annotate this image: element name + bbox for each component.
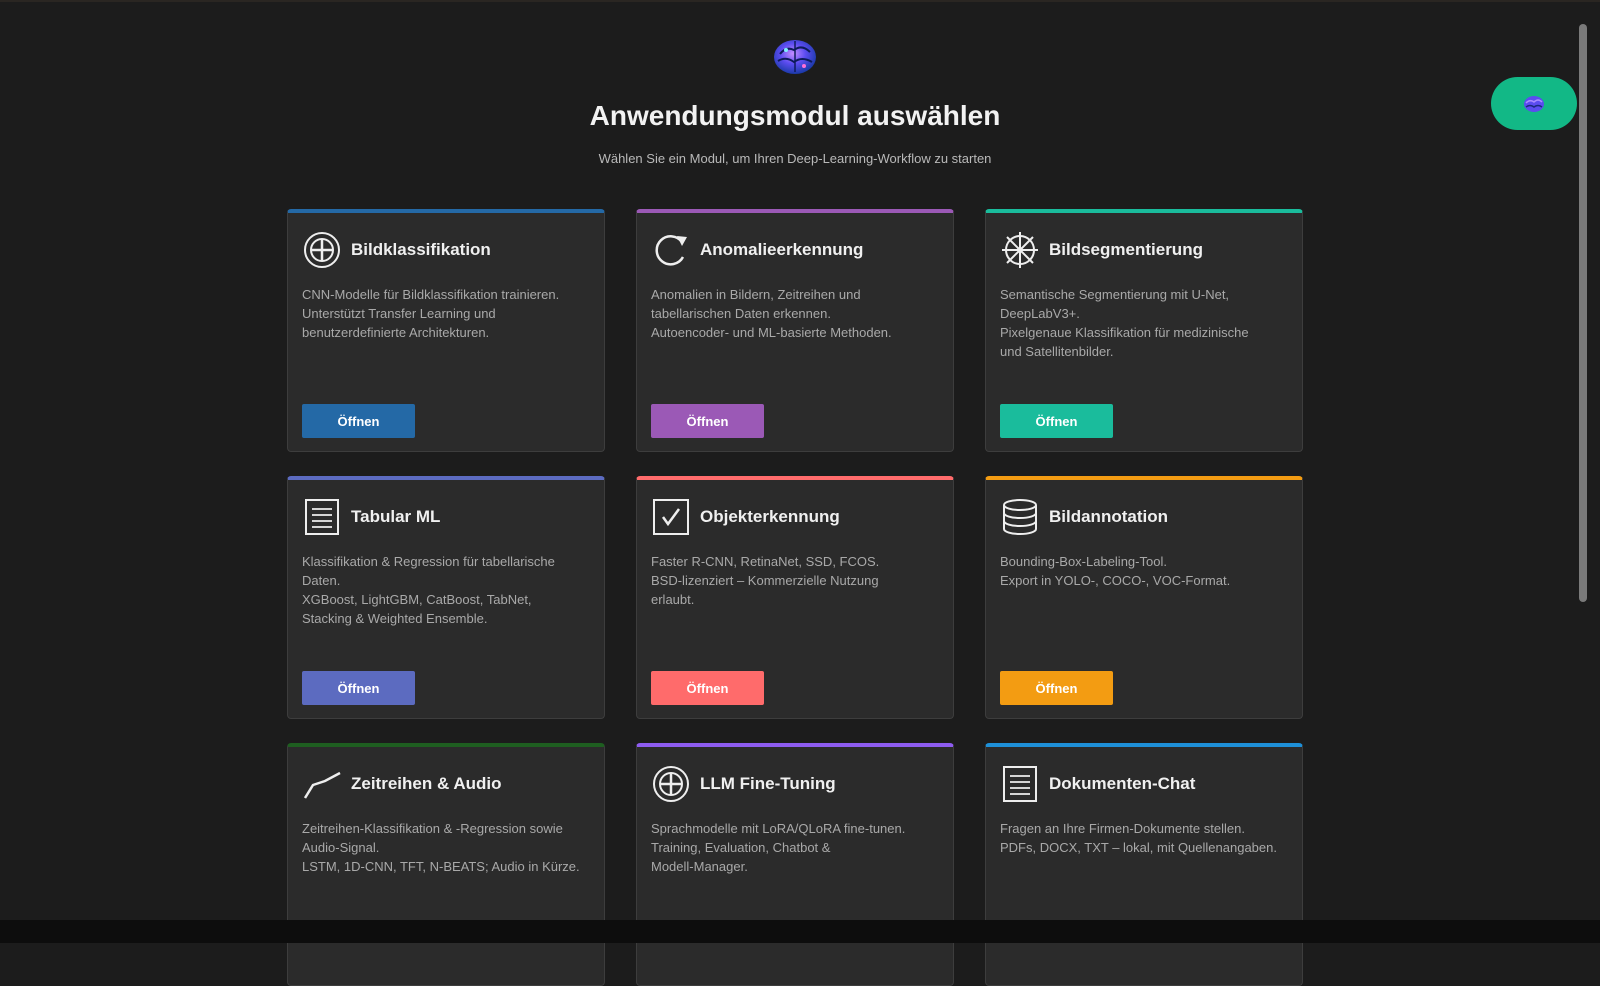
open-button[interactable]: Öffnen bbox=[651, 404, 764, 438]
card-description: Anomalien in Bildern, Zeitreihen und tab… bbox=[651, 287, 892, 340]
module-card-bildklassifikation: Bildklassifikation CNN-Modelle für Bildkl… bbox=[287, 209, 605, 452]
card-header: Bildannotation bbox=[1000, 496, 1288, 538]
top-edge bbox=[0, 0, 1600, 2]
card-title: Zeitreihen & Audio bbox=[351, 774, 502, 793]
card-title: Dokumenten-Chat bbox=[1049, 774, 1196, 793]
crosshair-circle-icon bbox=[651, 764, 691, 804]
card-title: Bildannotation bbox=[1049, 507, 1168, 526]
module-card-dokumenten-chat: Dokumenten-Chat Fragen an Ihre Firmen-Dok… bbox=[985, 743, 1303, 986]
card-description: Klassifikation & Regression für tabellar… bbox=[302, 554, 555, 626]
card-description: CNN-Modelle für Bildklassifikation train… bbox=[302, 287, 560, 340]
scrollbar[interactable] bbox=[1576, 22, 1590, 922]
card-title: LLM Fine-Tuning bbox=[700, 774, 836, 793]
card-header: Tabular ML bbox=[302, 496, 590, 538]
open-button[interactable]: Öffnen bbox=[651, 671, 764, 705]
crosshair-circle-icon bbox=[302, 230, 342, 270]
bottom-edge bbox=[0, 920, 1600, 943]
open-button[interactable]: Öffnen bbox=[302, 404, 415, 438]
card-header: Bildsegmentierung bbox=[1000, 229, 1288, 271]
module-card-llm-fine-tuning: LLM Fine-Tuning Sprachmodelle mit LoRA/QL… bbox=[636, 743, 954, 986]
card-description: Bounding-Box-Labeling-Tool. Export in YO… bbox=[1000, 554, 1231, 588]
card-title: Bildsegmentierung bbox=[1049, 240, 1203, 259]
open-button[interactable]: Öffnen bbox=[1000, 671, 1113, 705]
card-description: Fragen an Ihre Firmen-Dokumente stellen.… bbox=[1000, 821, 1277, 855]
module-card-bildannotation: Bildannotation Bounding-Box-Labeling-Tool… bbox=[985, 476, 1303, 719]
card-description: Zeitreihen-Klassifikation & -Regression … bbox=[302, 821, 580, 874]
open-button[interactable]: Öffnen bbox=[302, 671, 415, 705]
card-description: Sprachmodelle mit LoRA/QLoRA fine-tunen.… bbox=[651, 821, 906, 874]
line-chart-icon bbox=[302, 764, 342, 804]
document-lines-icon bbox=[302, 497, 342, 537]
page-subtitle: Wählen Sie ein Modul, um Ihren Deep-Lear… bbox=[598, 151, 992, 166]
card-description: Faster R-CNN, RetinaNet, SSD, FCOS. BSD-… bbox=[651, 554, 880, 607]
card-description: Semantische Segmentierung mit U-Net, Dee… bbox=[1000, 287, 1249, 359]
module-card-bildsegmentierung: Bildsegmentierung Semantische Segmentieru… bbox=[985, 209, 1303, 452]
page-title: Anwendungsmodul auswählen bbox=[589, 100, 1001, 131]
card-header: Objekterkennung bbox=[651, 496, 939, 538]
module-card-objekterkennung: Objekterkennung Faster R-CNN, RetinaNet, … bbox=[636, 476, 954, 719]
refresh-icon bbox=[651, 230, 691, 270]
module-card-tabular-ml: Tabular ML Klassifikation & Regression fü… bbox=[287, 476, 605, 719]
card-header: Zeitreihen & Audio bbox=[302, 763, 590, 805]
module-card-anomalieerkennung: Anomalieerkennung Anomalien in Bildern, Z… bbox=[636, 209, 954, 452]
card-title: Anomalieerkennung bbox=[700, 240, 864, 259]
document-lines-icon bbox=[1000, 764, 1040, 804]
scrollbar-thumb[interactable] bbox=[1579, 24, 1587, 602]
open-button[interactable]: Öffnen bbox=[1000, 404, 1113, 438]
card-header: Bildklassifikation bbox=[302, 229, 590, 271]
database-icon bbox=[1000, 497, 1040, 537]
card-header: LLM Fine-Tuning bbox=[651, 763, 939, 805]
card-header: Dokumenten-Chat bbox=[1000, 763, 1288, 805]
checkbox-icon bbox=[651, 497, 691, 537]
wheel-icon bbox=[1000, 230, 1040, 270]
brain-logo-icon bbox=[774, 40, 816, 74]
card-title: Tabular ML bbox=[351, 507, 441, 526]
card-title: Bildklassifikation bbox=[351, 240, 491, 259]
module-grid: Bildklassifikation CNN-Modelle für Bildkl… bbox=[287, 209, 1303, 986]
module-card-zeitreihen-audio: Zeitreihen & Audio Zeitreihen-Klassifikat… bbox=[287, 743, 605, 986]
card-title: Objekterkennung bbox=[700, 507, 840, 526]
card-header: Anomalieerkennung bbox=[651, 229, 939, 271]
